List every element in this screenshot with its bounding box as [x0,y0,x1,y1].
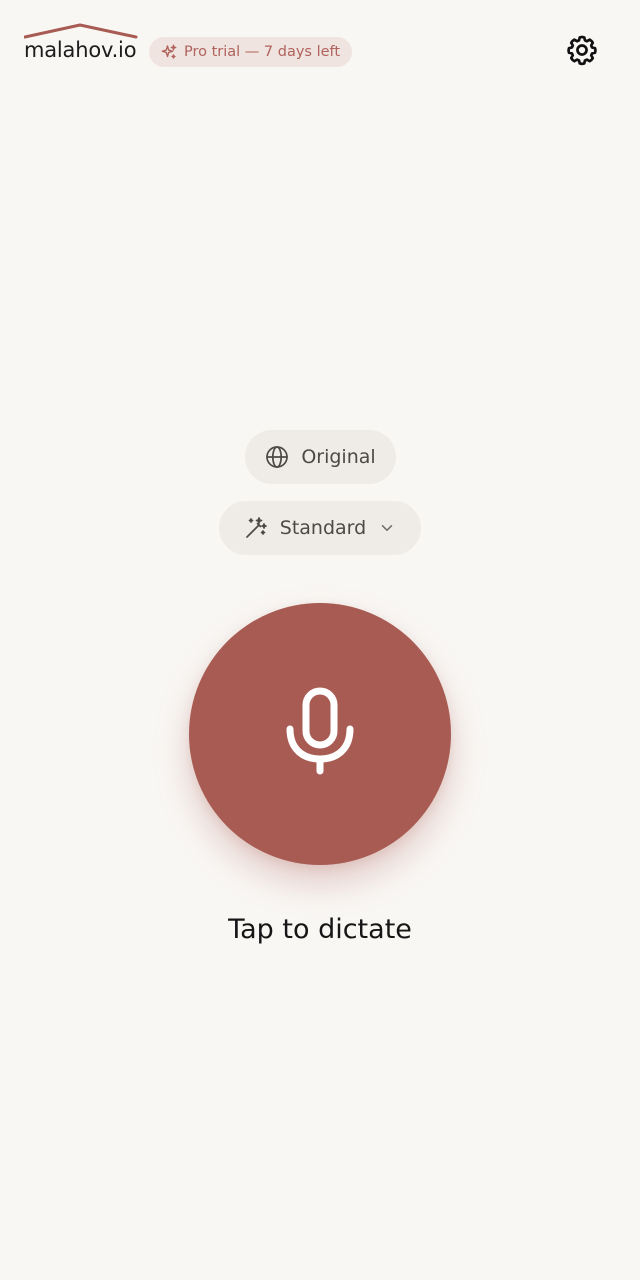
trial-badge[interactable]: Pro trial — 7 days left [149,37,353,67]
language-select[interactable]: Original [245,430,396,484]
mode-label: Standard [279,517,367,539]
trial-badge-label: Pro trial — 7 days left [184,44,341,60]
settings-button[interactable] [562,32,602,72]
microphone-icon [286,687,354,781]
chevron-down-icon [378,519,396,537]
app-screen: malahov.io Pro trial — 7 days left Origi… [0,0,640,1280]
globe-icon [265,445,289,469]
gear-icon [565,33,599,71]
record-button[interactable] [189,603,451,865]
logo-text: malahov.io [24,38,137,62]
language-label: Original [301,446,376,468]
logo: malahov.io [24,22,138,66]
sparkles-icon [160,43,178,61]
mode-select[interactable]: Standard [219,501,421,555]
magic-wand-icon [244,516,268,540]
record-caption: Tap to dictate [228,914,412,945]
